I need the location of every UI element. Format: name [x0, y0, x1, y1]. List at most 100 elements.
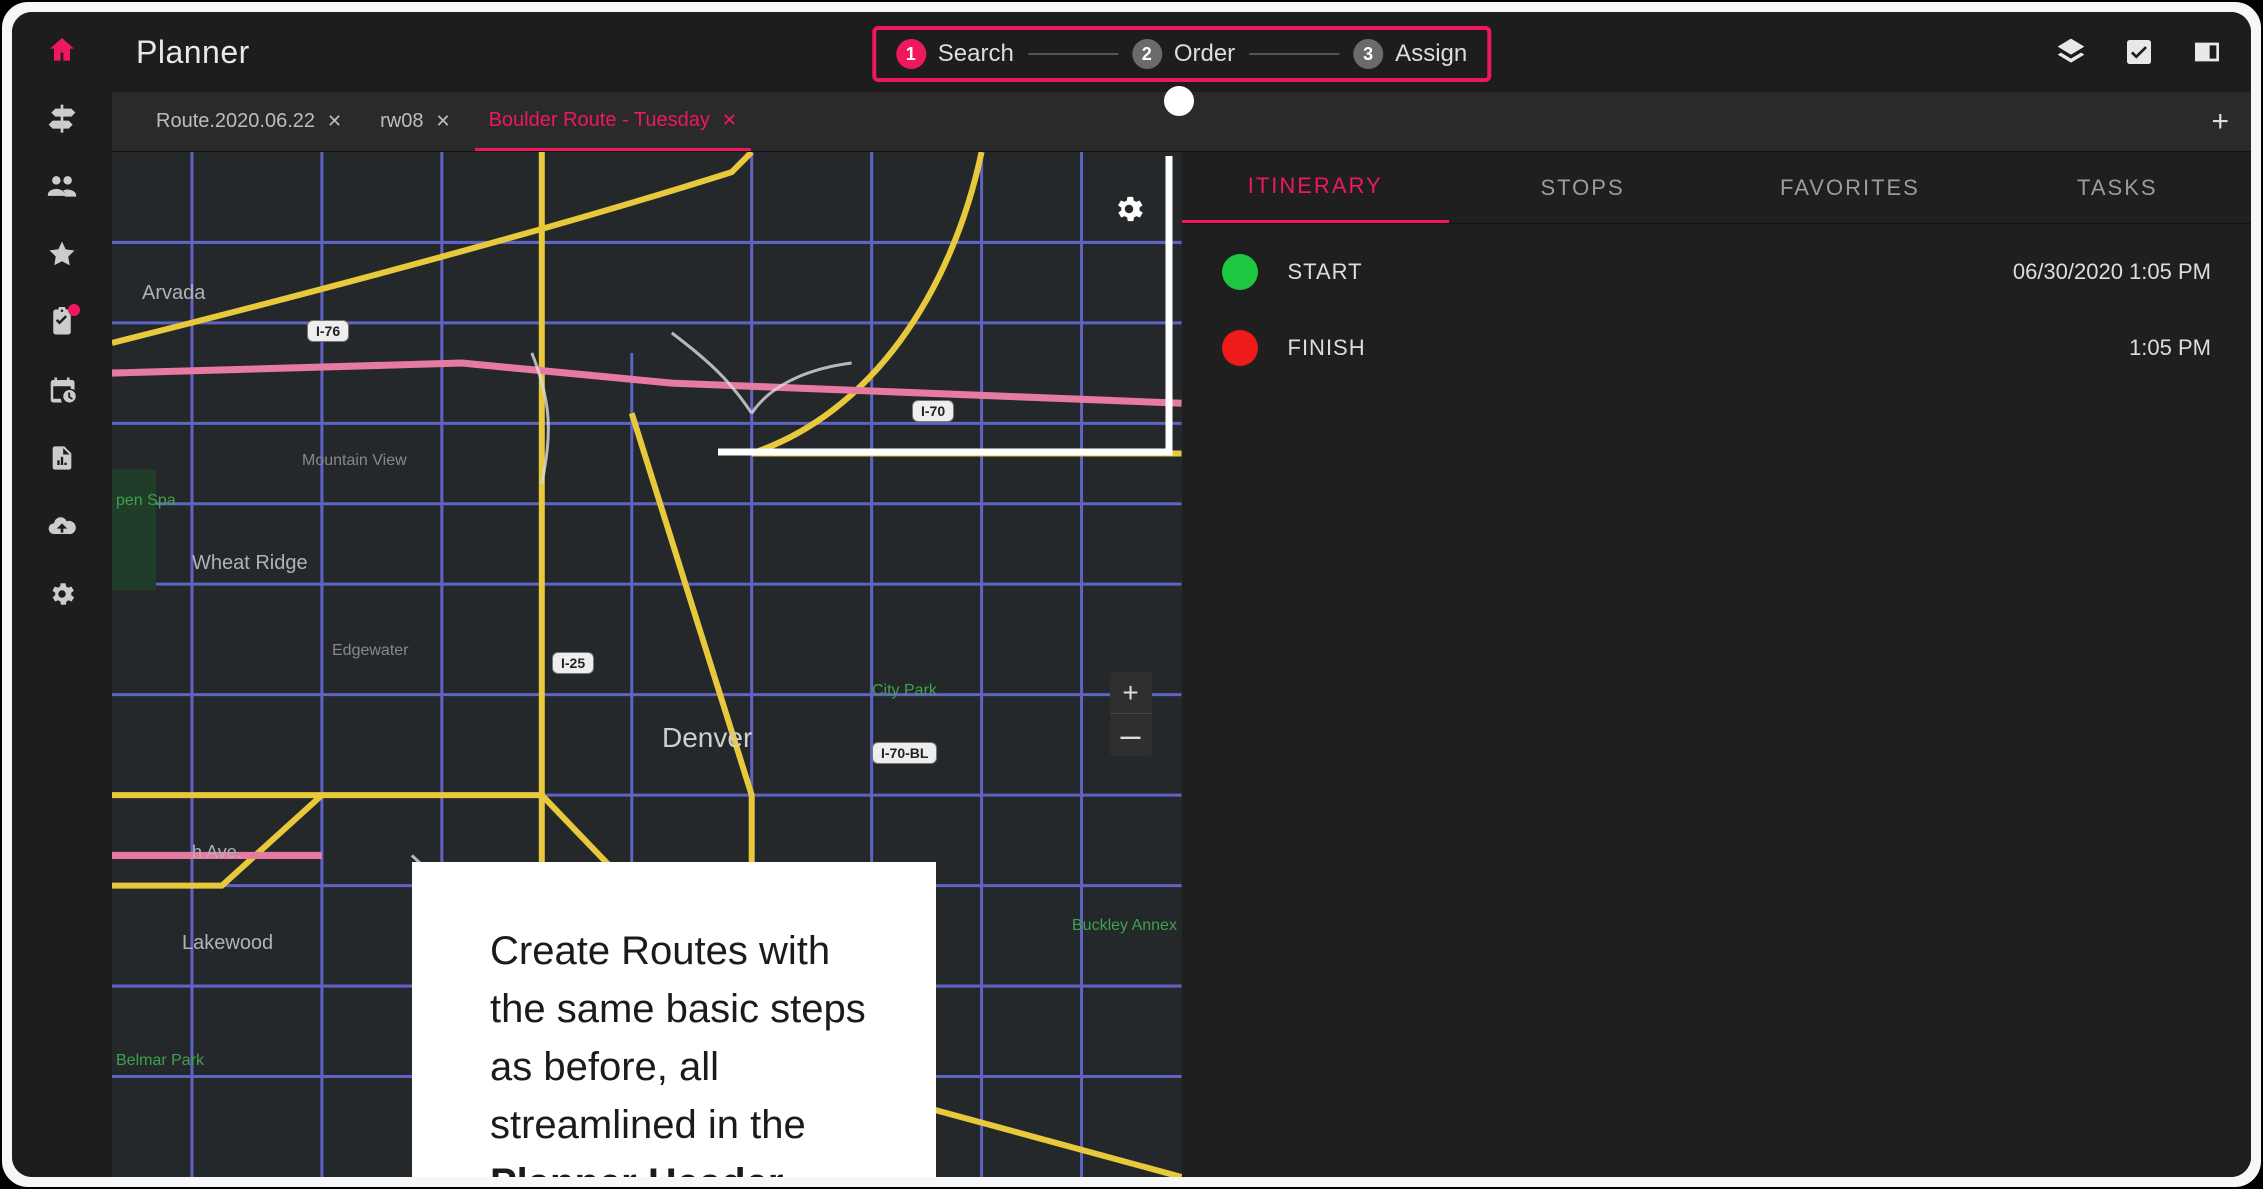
chart-file-icon	[48, 444, 76, 472]
callout-line: the same basic steps	[490, 987, 866, 1031]
cloud-upload-icon	[46, 510, 78, 542]
panel-tab-favorites[interactable]: FAVORITES	[1716, 152, 1983, 223]
map-shield-i76: I-76	[307, 320, 349, 342]
add-route-button[interactable]: +	[2201, 105, 2239, 139]
route-tab-label: Boulder Route - Tuesday	[489, 109, 710, 132]
step-connector	[1028, 53, 1118, 55]
zoom-in-button[interactable]: +	[1110, 672, 1152, 714]
callout-anchor-dot-icon	[1164, 86, 1194, 116]
home-icon	[46, 34, 78, 66]
gear-icon	[47, 579, 77, 609]
planner-app: Planner 1 Search 2 Order 3 Assign	[12, 12, 2251, 1177]
map[interactable]: Arvada Mountain View Wheat Ridge Edgewat…	[112, 152, 1182, 1177]
signpost-icon	[46, 102, 78, 134]
minus-icon: –	[1120, 725, 1140, 745]
route-tab-label: rw08	[380, 110, 423, 133]
panel-tab-tasks[interactable]: TASKS	[1984, 152, 2251, 223]
right-panel: ITINERARY STOPS FAVORITES TASKS START 06…	[1182, 152, 2252, 1177]
step-label: Search	[938, 40, 1014, 68]
map-park-open: pen Spa	[116, 492, 176, 510]
finish-dot-icon	[1222, 330, 1258, 366]
start-dot-icon	[1222, 254, 1258, 290]
callout-line: as before, all	[490, 1045, 719, 1089]
route-tab-0[interactable]: Route.2020.06.22 ✕	[142, 92, 356, 151]
sidebar-signpost[interactable]	[42, 98, 82, 138]
map-shield-i70bl: I-70-BL	[872, 742, 937, 764]
itinerary-list: START 06/30/2020 1:05 PM FINISH 1:05 PM	[1182, 224, 2252, 366]
map-zoom: + –	[1110, 672, 1152, 756]
itinerary-start[interactable]: START 06/30/2020 1:05 PM	[1222, 254, 2212, 290]
step-connector	[1249, 53, 1339, 55]
itinerary-time: 1:05 PM	[2129, 335, 2211, 361]
step-assign[interactable]: 3 Assign	[1353, 39, 1467, 69]
step-number: 2	[1132, 39, 1162, 69]
panel-tab-label: TASKS	[2077, 175, 2158, 201]
close-icon[interactable]: ✕	[435, 111, 450, 132]
map-shield-i70: I-70	[912, 400, 954, 422]
main: Arvada Mountain View Wheat Ridge Edgewat…	[112, 152, 2251, 1177]
layers-icon	[2055, 36, 2087, 68]
map-label-wheat-ridge: Wheat Ridge	[192, 552, 308, 575]
step-label: Order	[1174, 40, 1235, 68]
header: Planner 1 Search 2 Order 3 Assign	[112, 12, 2251, 92]
panel-tab-label: STOPS	[1540, 175, 1624, 201]
header-right	[2051, 12, 2227, 92]
itinerary-time: 06/30/2020 1:05 PM	[2013, 259, 2211, 285]
step-label: Assign	[1395, 40, 1467, 68]
callout-line-bold: Planner Header	[490, 1161, 783, 1177]
zoom-out-button[interactable]: –	[1110, 714, 1152, 756]
sidebar-calendar[interactable]	[42, 370, 82, 410]
sidebar-cloud-upload[interactable]	[42, 506, 82, 546]
gear-icon	[1112, 192, 1146, 226]
panel-toggle-button[interactable]	[2187, 32, 2227, 72]
map-settings-button[interactable]	[1112, 192, 1146, 231]
notification-dot-icon	[68, 304, 80, 316]
map-label-denver: Denver	[662, 722, 752, 754]
panel-toggle-icon	[2191, 36, 2223, 68]
map-park-buckley: Buckley Annex	[1072, 917, 1177, 935]
map-label-mountain-view: Mountain View	[302, 452, 407, 470]
calendar-clock-icon	[47, 375, 77, 405]
sidebar-star[interactable]	[42, 234, 82, 274]
layers-button[interactable]	[2051, 32, 2091, 72]
close-icon[interactable]: ✕	[722, 110, 737, 131]
panel-tab-label: FAVORITES	[1780, 175, 1920, 201]
itinerary-finish[interactable]: FINISH 1:05 PM	[1222, 330, 2212, 366]
sidebar-group[interactable]	[42, 166, 82, 206]
page-title: Planner	[136, 34, 250, 71]
sidebar-clipboard[interactable]	[42, 302, 82, 342]
callout-line: streamlined in the	[490, 1103, 806, 1147]
checkbox-icon	[2123, 36, 2155, 68]
map-label-edgewater: Edgewater	[332, 642, 409, 660]
map-label-lakewood: Lakewood	[182, 932, 273, 955]
step-number: 3	[1353, 39, 1383, 69]
route-tab-1[interactable]: rw08 ✕	[366, 92, 464, 151]
panel-tab-itinerary[interactable]: ITINERARY	[1182, 152, 1449, 223]
panel-tab-label: ITINERARY	[1248, 173, 1383, 199]
star-icon	[47, 239, 77, 269]
map-shield-i25: I-25	[552, 652, 594, 674]
panel-tabs: ITINERARY STOPS FAVORITES TASKS	[1182, 152, 2252, 224]
plus-icon: +	[1122, 677, 1138, 709]
sidebar-settings[interactable]	[42, 574, 82, 614]
close-icon[interactable]: ✕	[327, 111, 342, 132]
step-search[interactable]: 1 Search	[896, 39, 1014, 69]
sidebar	[12, 12, 112, 1177]
callout-line: Create Routes with	[490, 929, 830, 973]
itinerary-label: FINISH	[1288, 335, 1366, 361]
checklist-button[interactable]	[2119, 32, 2159, 72]
map-park-city: City Park	[872, 682, 937, 700]
sidebar-home[interactable]	[42, 30, 82, 70]
stepper: 1 Search 2 Order 3 Assign	[872, 26, 1491, 82]
map-label-h-ave: h Ave.	[192, 842, 242, 863]
sidebar-chart-file[interactable]	[42, 438, 82, 478]
map-park-belmar: Belmar Park	[116, 1052, 204, 1070]
itinerary-label: START	[1288, 259, 1363, 285]
step-order[interactable]: 2 Order	[1132, 39, 1235, 69]
step-number: 1	[896, 39, 926, 69]
map-label-arvada: Arvada	[142, 282, 205, 305]
panel-tab-stops[interactable]: STOPS	[1449, 152, 1716, 223]
route-tab-label: Route.2020.06.22	[156, 110, 315, 133]
route-tab-2[interactable]: Boulder Route - Tuesday ✕	[475, 92, 751, 151]
callout: Create Routes with the same basic steps …	[412, 862, 936, 1177]
